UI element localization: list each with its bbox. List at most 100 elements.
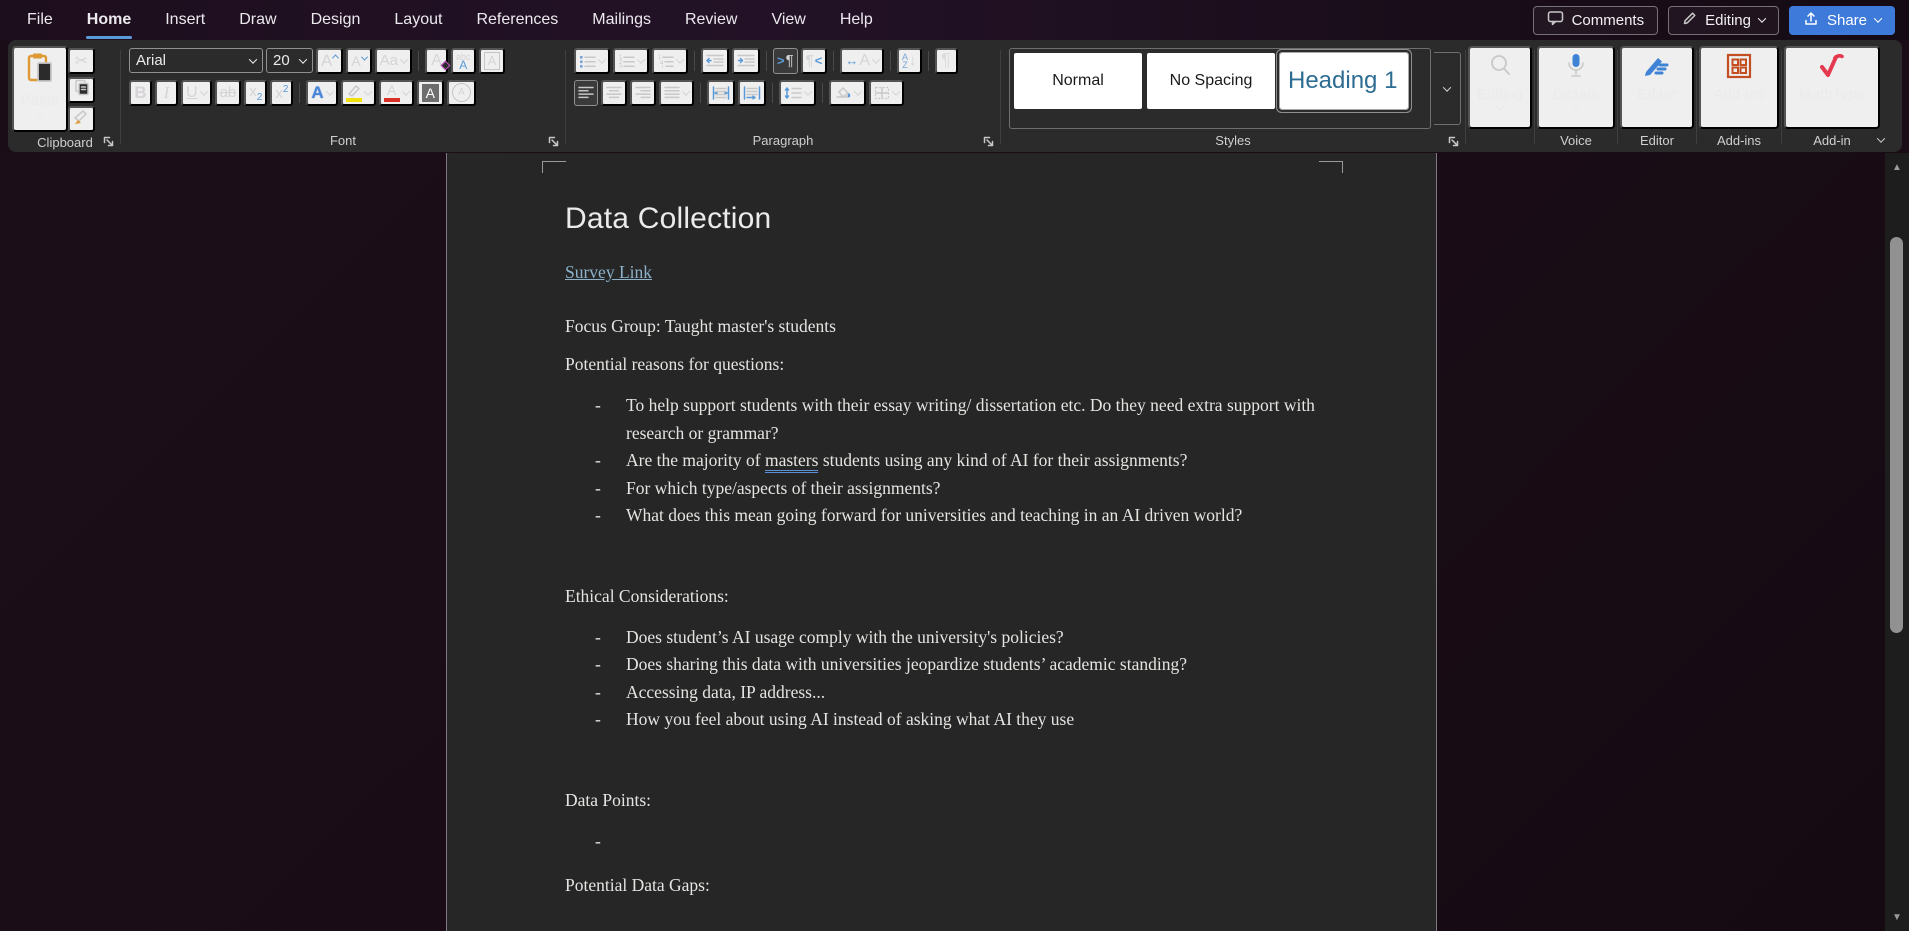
list-item: -Accessing data, IP address... <box>595 679 1319 707</box>
menu-tab-insert[interactable]: Insert <box>148 0 222 40</box>
superscript-button[interactable]: x2 <box>270 80 293 106</box>
character-spacing-button[interactable] <box>738 80 766 106</box>
dash-bullet: - <box>595 651 601 679</box>
menu-tab-mailings[interactable]: Mailings <box>575 0 668 40</box>
enclose-characters-icon: A <box>452 83 471 102</box>
character-scaling-button[interactable]: ↔A <box>840 48 884 74</box>
menu-tab-view[interactable]: View <box>754 0 822 40</box>
styles-gallery-more-button[interactable] <box>1434 52 1461 125</box>
share-button[interactable]: Share <box>1789 6 1895 35</box>
menu-tab-home[interactable]: Home <box>70 0 148 40</box>
increase-indent-icon <box>737 54 755 67</box>
format-painter-button[interactable] <box>68 106 95 132</box>
character-shading-button[interactable]: A <box>417 80 444 106</box>
shading-bucket-icon <box>834 86 852 100</box>
change-case-button[interactable]: Aa <box>375 48 412 74</box>
font-color-button[interactable]: A <box>379 80 414 106</box>
editor-group: Editor Editor <box>1620 40 1694 152</box>
survey-hyperlink[interactable]: Survey Link <box>565 262 652 283</box>
font-name-combobox[interactable]: Arial <box>129 48 263 73</box>
decrease-indent-button[interactable] <box>701 48 729 74</box>
list-item: -What does this mean going forward for u… <box>595 502 1319 530</box>
menu-tab-references[interactable]: References <box>459 0 575 40</box>
line-spacing-button[interactable] <box>779 80 816 106</box>
comments-button[interactable]: Comments <box>1533 6 1659 35</box>
doc-heading: Data Collection <box>565 202 1319 236</box>
editing-menu-button[interactable]: Editing <box>1468 46 1532 129</box>
menu-tab-review[interactable]: Review <box>668 0 754 40</box>
underline-button[interactable]: U <box>181 80 212 106</box>
addins-button[interactable]: Add-ins <box>1699 46 1779 129</box>
dash-bullet: - <box>595 706 601 734</box>
enclose-characters-button[interactable]: A <box>447 80 476 106</box>
text-effects-button[interactable]: A <box>306 80 337 106</box>
style-no-spacing[interactable]: No Spacing <box>1147 53 1275 109</box>
right-to-left-text-button[interactable]: ¶< <box>801 48 828 74</box>
numbering-button[interactable]: 123 <box>613 48 649 74</box>
clear-formatting-button[interactable]: A <box>425 48 448 74</box>
menu-tab-help[interactable]: Help <box>823 0 890 40</box>
copy-button[interactable] <box>68 77 95 103</box>
phonetic-guide-button[interactable]: abcA <box>451 48 476 74</box>
chevron-down-icon <box>1496 102 1504 110</box>
sort-button[interactable]: AZ↓ <box>897 48 922 74</box>
menu-tab-design[interactable]: Design <box>294 0 378 40</box>
grow-font-button[interactable]: A <box>316 48 343 74</box>
align-center-button[interactable] <box>601 80 627 106</box>
scrollbar-thumb[interactable] <box>1890 237 1903 633</box>
character-shading-icon: A <box>422 84 439 102</box>
mathtype-group: MathType Add-in <box>1784 40 1880 152</box>
shrink-font-button[interactable]: A <box>346 48 371 74</box>
addins-grid-icon <box>1725 52 1753 84</box>
font-dialog-launcher[interactable] <box>547 135 560 148</box>
change-case-icon: Aa <box>380 52 398 69</box>
mathtype-button[interactable]: MathType <box>1784 46 1880 129</box>
chevron-down-icon <box>872 55 880 63</box>
borders-button[interactable] <box>869 80 904 106</box>
copy-icon <box>74 79 90 101</box>
strikethrough-icon: ab <box>220 84 237 101</box>
chevron-down-icon <box>676 55 684 63</box>
menu-tab-file[interactable]: File <box>10 0 70 40</box>
font-size-combobox[interactable]: 20 <box>266 48 313 73</box>
dash-bullet: - <box>595 392 601 420</box>
increase-indent-button[interactable] <box>732 48 760 74</box>
text-highlight-button[interactable] <box>341 80 376 106</box>
character-border-button[interactable]: A <box>479 48 506 74</box>
multilevel-list-button[interactable]: 1ai <box>652 48 688 74</box>
scroll-up-button[interactable]: ▲ <box>1885 161 1909 175</box>
addins-group: Add-ins Add-ins <box>1699 40 1779 152</box>
editing-mode-label: Editing <box>1705 12 1751 29</box>
shading-button[interactable] <box>829 80 866 106</box>
cut-button[interactable]: ✂ <box>68 48 95 74</box>
style-normal[interactable]: Normal <box>1014 53 1142 109</box>
show-formatting-marks-button[interactable]: ¶ <box>935 48 958 74</box>
justify-button[interactable] <box>659 80 694 106</box>
bold-button[interactable]: B <box>129 80 152 106</box>
distribute-text-button[interactable] <box>707 80 735 106</box>
clipboard-dialog-launcher[interactable] <box>102 135 115 148</box>
align-right-button[interactable] <box>630 80 656 106</box>
editing-menu-label: Editing <box>1477 86 1523 103</box>
vertical-scrollbar[interactable]: ▲ ▼ <box>1885 153 1909 931</box>
styles-dialog-launcher[interactable] <box>1447 135 1460 148</box>
scroll-down-button[interactable]: ▼ <box>1885 911 1909 925</box>
align-left-button[interactable] <box>574 80 598 106</box>
editor-button[interactable]: Editor <box>1620 46 1694 129</box>
italic-button[interactable]: I <box>155 80 178 106</box>
bullets-button[interactable] <box>574 48 610 74</box>
editing-mode-button[interactable]: Editing <box>1668 6 1779 35</box>
style-heading-1[interactable]: Heading 1 <box>1280 53 1408 109</box>
menu-tab-draw[interactable]: Draw <box>222 0 293 40</box>
editor-pen-icon <box>1642 52 1672 84</box>
subscript-icon: x2 <box>249 83 262 103</box>
menu-tab-layout[interactable]: Layout <box>377 0 459 40</box>
dictate-button[interactable]: Dictate <box>1537 46 1615 129</box>
strikethrough-button[interactable]: ab <box>215 80 242 106</box>
paste-button[interactable]: Paste <box>12 46 68 132</box>
left-to-right-text-button[interactable]: >¶ <box>773 48 798 74</box>
font-group-label: Font <box>330 133 356 148</box>
document-page[interactable]: Data Collection Survey Link Focus Group:… <box>446 153 1437 931</box>
subscript-button[interactable]: x2 <box>244 80 267 106</box>
paragraph-dialog-launcher[interactable] <box>982 135 995 148</box>
